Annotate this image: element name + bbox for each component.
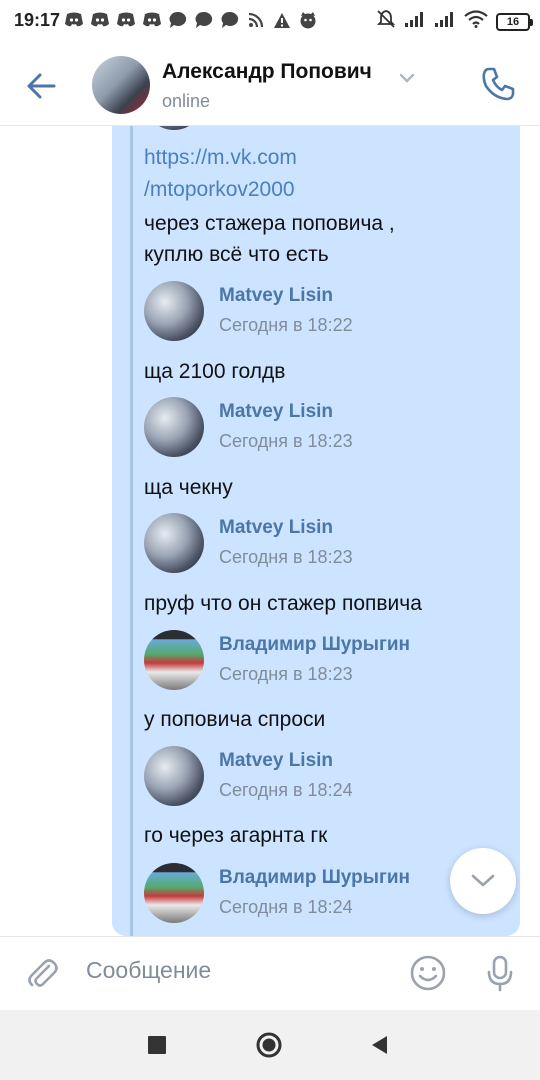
- message-input[interactable]: [86, 957, 386, 984]
- discord-icon: [142, 10, 162, 30]
- avatar[interactable]: [144, 397, 204, 457]
- system-navigation-bar: [0, 1010, 540, 1080]
- avatar[interactable]: [144, 863, 204, 923]
- message-link[interactable]: /mtoporkov2000: [144, 178, 295, 202]
- wifi-icon: [464, 10, 488, 33]
- arrow-left-icon: [27, 73, 56, 99]
- message-text: ща 2100 голдв: [144, 360, 286, 383]
- warning-icon: [272, 10, 292, 30]
- recents-button[interactable]: [142, 1030, 172, 1060]
- chat-icon: [194, 10, 214, 30]
- discord-icon: [90, 10, 110, 30]
- signal-icon: [404, 10, 426, 33]
- forwarded-header: Владимир Шурыгин Сегодня в 18:23: [144, 630, 514, 692]
- chat-title[interactable]: Александр Попович: [162, 60, 372, 84]
- status-time: 19:17: [14, 10, 61, 30]
- message-text: куплю всё что есть: [144, 243, 329, 266]
- smile-icon: [410, 955, 446, 991]
- sender-name[interactable]: Matvey Lisin: [219, 285, 333, 307]
- chevron-down-icon: [471, 874, 495, 887]
- triangle-back-icon: [372, 1036, 387, 1054]
- chevron-down-icon[interactable]: [399, 70, 415, 88]
- scroll-down-button[interactable]: [450, 848, 516, 914]
- online-status: online: [162, 91, 211, 111]
- message-date: Сегодня в 18:23: [219, 431, 353, 451]
- forwarded-header: Matvey Lisin Сегодня в 18:22: [144, 281, 514, 343]
- sender-name[interactable]: Matvey Lisin: [219, 750, 333, 772]
- discord-icon: [64, 10, 84, 30]
- sender-name[interactable]: Matvey Lisin: [219, 517, 333, 539]
- message-text: через стажера поповича ,: [144, 212, 395, 235]
- sender-name[interactable]: Matvey Lisin: [219, 401, 333, 423]
- message-text: у поповича спроси: [144, 708, 326, 731]
- message-text: ща чекну: [144, 476, 233, 499]
- call-button[interactable]: [478, 64, 518, 104]
- signal-icon: [434, 10, 456, 33]
- avatar[interactable]: [92, 56, 150, 114]
- message-link[interactable]: https://m.vk.com: [144, 146, 297, 170]
- avatar[interactable]: [144, 746, 204, 806]
- message-composer: [0, 936, 540, 1010]
- square-icon: [148, 1036, 166, 1054]
- message-text: пруф что он стажер попвича: [144, 592, 422, 615]
- circle-icon: [256, 1032, 282, 1058]
- avatar[interactable]: [144, 281, 204, 341]
- status-bar: 19:17 16: [0, 0, 540, 44]
- sender-name[interactable]: Владимир Шурыгин: [219, 867, 410, 889]
- battery-icon: 16: [496, 12, 533, 31]
- discord-icon: [116, 10, 136, 30]
- message-date: Сегодня в 18:24: [219, 897, 353, 917]
- message-date: Сегодня в 18:24: [219, 780, 353, 800]
- chat-icon: [220, 10, 240, 30]
- forwarded-header: Matvey Lisin Сегодня в 18:24: [144, 746, 514, 808]
- message-list[interactable]: https://m.vk.com /mtoporkov2000 через ст…: [0, 126, 540, 936]
- home-button[interactable]: [254, 1030, 284, 1060]
- forwarded-header: Matvey Lisin Сегодня в 18:23: [144, 513, 514, 575]
- notification-icons: [64, 10, 318, 30]
- voice-message-button[interactable]: [480, 953, 520, 993]
- forwarded-header: Matvey Lisin Сегодня в 18:23: [144, 397, 514, 459]
- phone-icon: [482, 67, 515, 101]
- paperclip-icon: [28, 959, 58, 987]
- back-button[interactable]: [22, 66, 62, 106]
- emoji-button[interactable]: [408, 953, 448, 993]
- sender-name[interactable]: Владимир Шурыгин: [219, 634, 410, 656]
- attach-button[interactable]: [22, 953, 62, 993]
- back-nav-button[interactable]: [364, 1030, 394, 1060]
- avatar[interactable]: [144, 513, 204, 573]
- mute-icon: [376, 9, 396, 34]
- forward-quote-bar: [130, 126, 133, 936]
- chat-header: Александр Попович online: [0, 44, 540, 126]
- cat-icon: [298, 10, 318, 30]
- message-date: Сегодня в 18:23: [219, 664, 353, 684]
- message-date: Сегодня в 18:23: [219, 547, 353, 567]
- system-icons: 16: [376, 9, 533, 34]
- message-date: Сегодня в 18:22: [219, 315, 353, 335]
- message-text: го через агарнта гк: [144, 824, 328, 847]
- chat-icon: [168, 10, 188, 30]
- rss-icon: [246, 10, 266, 30]
- avatar[interactable]: [144, 630, 204, 690]
- microphone-icon: [487, 955, 513, 992]
